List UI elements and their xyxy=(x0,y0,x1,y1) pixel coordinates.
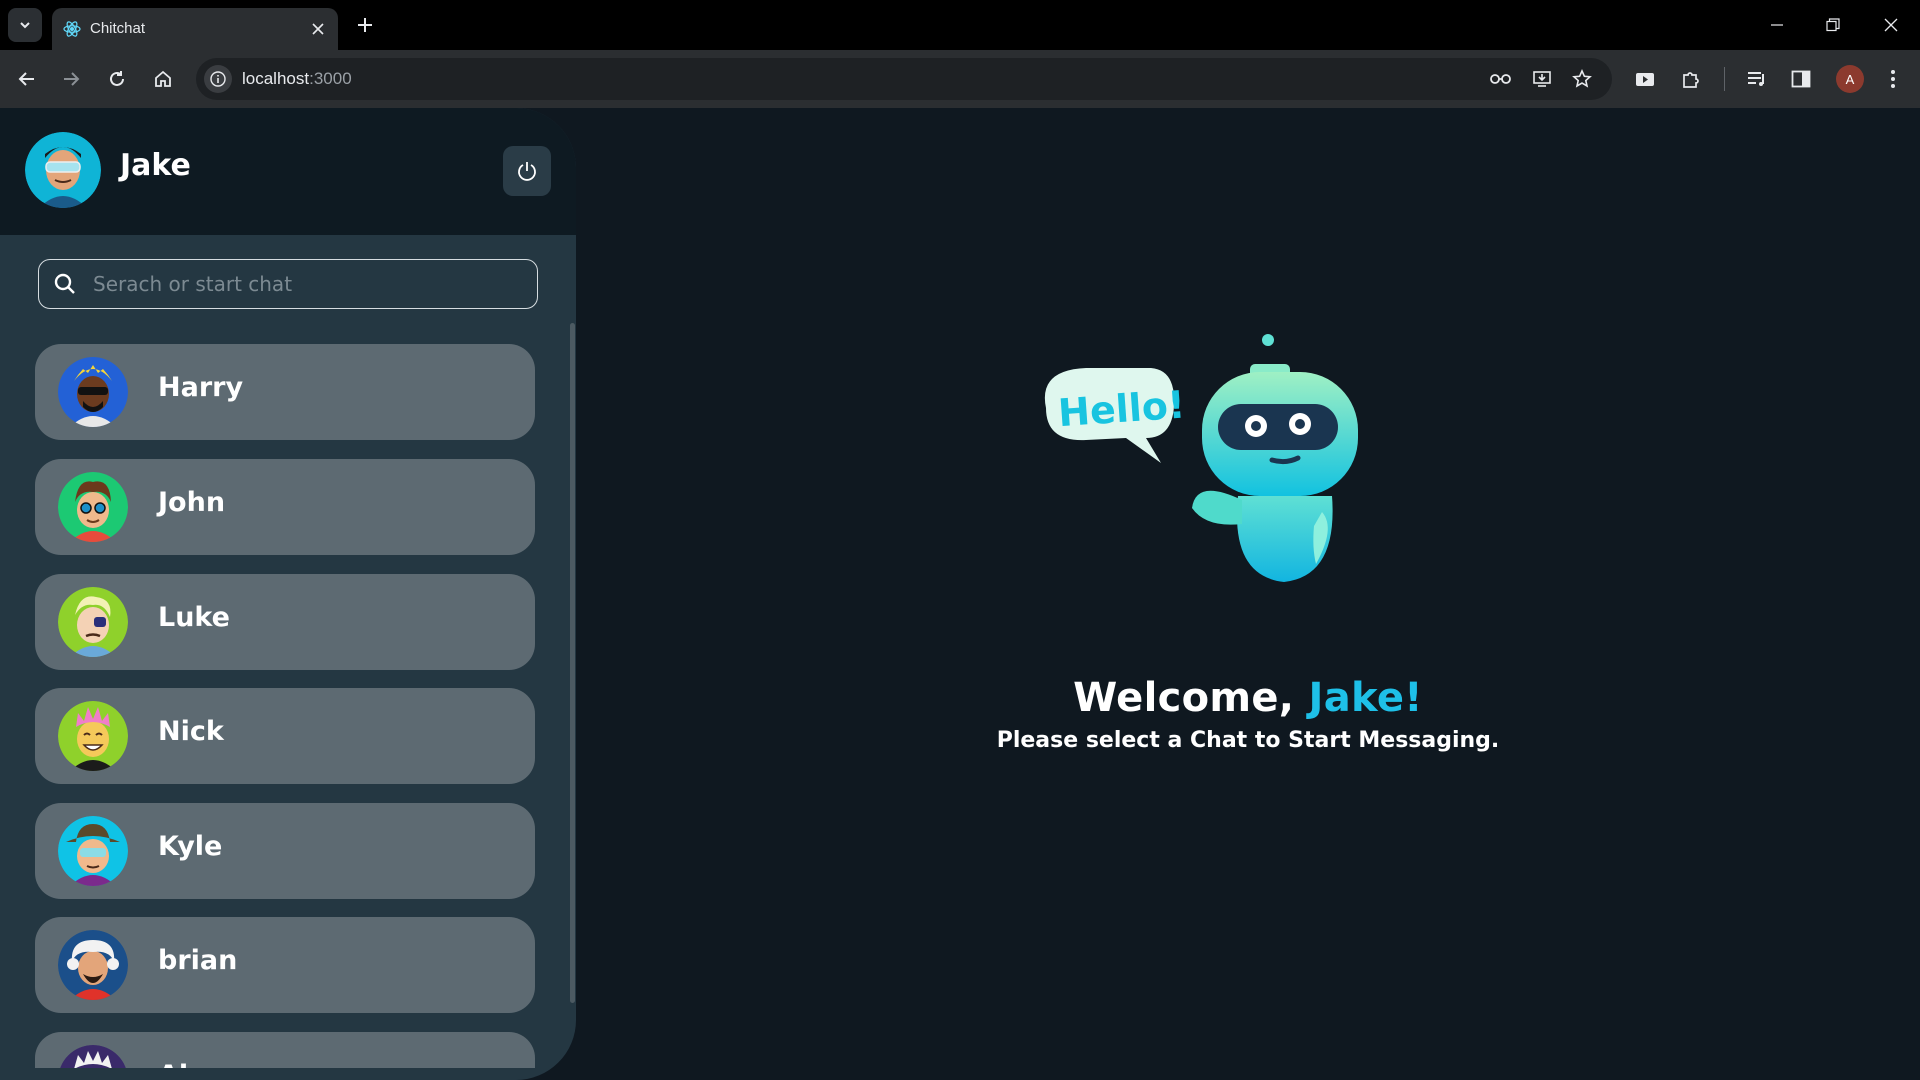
avatar-nick xyxy=(58,701,128,771)
welcome-greeting: Welcome, xyxy=(1073,675,1309,721)
sidebar-header: Jake xyxy=(0,108,576,235)
home-icon xyxy=(155,70,171,87)
extensions-button[interactable] xyxy=(1678,66,1704,92)
puzzle-icon xyxy=(1683,72,1699,88)
key-icon xyxy=(1490,74,1511,84)
tab-chitchat[interactable]: Chitchat xyxy=(52,8,338,50)
avatar-jake xyxy=(25,132,101,208)
star-icon xyxy=(1572,69,1592,88)
info-icon xyxy=(210,71,226,87)
chat-list: Harry John Luke Nick Kyle brian xyxy=(0,336,576,1068)
arrow-left-icon xyxy=(18,72,34,86)
bookmark-button[interactable] xyxy=(1569,66,1595,92)
chat-avatar xyxy=(58,472,128,542)
chat-avatar xyxy=(58,701,128,771)
install-app-button[interactable] xyxy=(1529,66,1555,92)
chat-avatar xyxy=(58,930,128,1000)
search-input[interactable] xyxy=(93,268,523,300)
address-bar[interactable]: localhost:3000 xyxy=(196,58,1612,100)
chat-avatar xyxy=(58,1045,128,1068)
power-icon xyxy=(518,162,536,181)
new-tab-button[interactable] xyxy=(352,12,378,38)
avatar-luke xyxy=(58,587,128,657)
side-panel-button[interactable] xyxy=(1788,66,1814,92)
react-icon xyxy=(63,21,81,37)
url-text: localhost:3000 xyxy=(242,69,352,88)
avatar-john xyxy=(58,472,128,542)
welcome-subtitle: Please select a Chat to Start Messaging. xyxy=(996,728,1500,753)
chat-name: Luke xyxy=(158,602,230,633)
chat-name: Harry xyxy=(158,372,244,403)
reload-icon xyxy=(110,71,124,86)
avatar-harry xyxy=(58,357,128,427)
playlist-icon xyxy=(1748,72,1764,86)
browser-menu-button[interactable] xyxy=(1880,66,1906,92)
chat-name: Kyle xyxy=(158,831,223,862)
plus-icon xyxy=(358,18,372,32)
minimize-button[interactable] xyxy=(1764,12,1790,38)
bubble-text: Hello! xyxy=(1057,383,1187,436)
avatar-partial xyxy=(60,1045,126,1068)
restore-button[interactable] xyxy=(1820,12,1846,38)
chat-avatar xyxy=(58,357,128,427)
chat-item-partial[interactable]: Al xyxy=(35,1032,535,1068)
site-info-button[interactable] xyxy=(204,65,232,93)
chat-name: Nick xyxy=(158,716,224,747)
home-button[interactable] xyxy=(150,66,176,92)
profile-avatar[interactable]: A xyxy=(1836,65,1864,93)
chat-name: Al xyxy=(158,1060,188,1068)
minimize-icon xyxy=(1771,24,1783,26)
sidebar: Jake Har xyxy=(0,108,576,1080)
chat-item-harry[interactable]: Harry xyxy=(35,344,535,440)
more-vert-icon xyxy=(1891,70,1895,88)
reload-button[interactable] xyxy=(104,66,130,92)
chat-item-brian[interactable]: brian xyxy=(35,917,535,1013)
chat-list-scrollbar[interactable] xyxy=(570,323,575,1003)
logout-button[interactable] xyxy=(503,146,551,196)
user-avatar[interactable] xyxy=(25,132,101,208)
user-name: Jake xyxy=(120,148,191,183)
toolbar-separator xyxy=(1724,67,1725,91)
close-icon xyxy=(312,23,324,35)
search-box[interactable] xyxy=(38,259,538,309)
chat-item-nick[interactable]: Nick xyxy=(35,688,535,784)
browser-toolbar: localhost:3000 A xyxy=(0,50,1920,108)
welcome-pane: Hello! Welcome, Jake! Please select a Ch… xyxy=(576,108,1920,1080)
close-icon xyxy=(1884,18,1898,32)
search-icon xyxy=(54,273,75,294)
welcome-title: Welcome, Jake! xyxy=(576,675,1920,721)
avatar-brian xyxy=(58,930,128,1000)
avatar-kyle xyxy=(58,816,128,886)
tab-close-button[interactable] xyxy=(308,19,328,39)
browser-tabstrip: Chitchat xyxy=(0,0,1920,50)
arrow-right-icon xyxy=(64,72,80,86)
chat-avatar xyxy=(58,816,128,886)
forward-button[interactable] xyxy=(58,66,84,92)
install-icon xyxy=(1533,71,1551,87)
robot-illustration: Hello! xyxy=(1044,334,1358,582)
chat-name: John xyxy=(158,487,226,518)
chat-avatar xyxy=(58,587,128,657)
chat-item-luke[interactable]: Luke xyxy=(35,574,535,670)
cast-icon xyxy=(1636,73,1654,86)
password-key-button[interactable] xyxy=(1488,66,1514,92)
side-panel-icon xyxy=(1791,70,1811,88)
tab-search-button[interactable] xyxy=(8,8,42,42)
chat-item-kyle[interactable]: Kyle xyxy=(35,803,535,899)
welcome-name: Jake! xyxy=(1308,675,1423,721)
back-button[interactable] xyxy=(14,66,40,92)
reading-list-button[interactable] xyxy=(1744,66,1770,92)
tab-title: Chitchat xyxy=(90,20,146,37)
restore-icon xyxy=(1826,18,1840,32)
chevron-down-icon xyxy=(20,22,30,29)
chat-name: brian xyxy=(158,945,238,976)
app-root: Jake Har xyxy=(0,108,1920,1080)
close-window-button[interactable] xyxy=(1878,12,1904,38)
media-control-button[interactable] xyxy=(1632,66,1658,92)
chat-item-john[interactable]: John xyxy=(35,459,535,555)
